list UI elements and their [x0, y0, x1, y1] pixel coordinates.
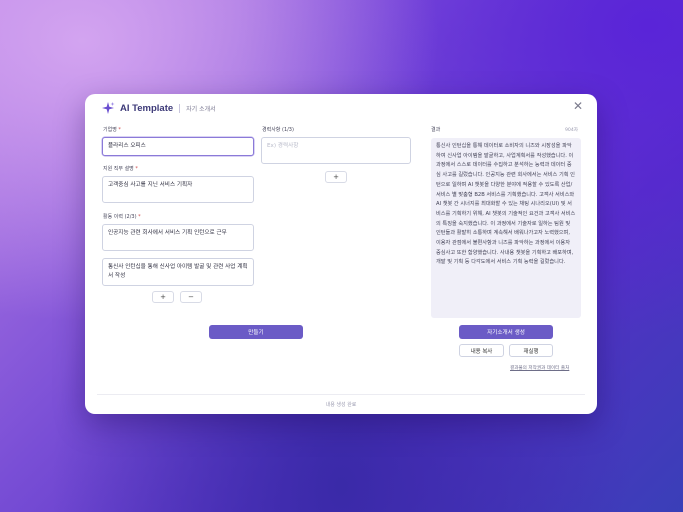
copy-button[interactable]: 내용 복사	[459, 344, 504, 357]
activities-label: 활동 이력 (2/3) *	[103, 214, 141, 220]
company-label: 기업명 *	[103, 127, 121, 133]
status-footer: 내용 생성 완료	[97, 394, 585, 414]
experience-input[interactable]: Ex) 경력사항	[261, 137, 411, 164]
add-activity-button[interactable]: +	[152, 291, 174, 303]
activity-item-1[interactable]: 인공지능 관련 회사에서 서비스 기획 인턴으로 근무	[102, 224, 254, 251]
cover-letter-generate-button[interactable]: 자기소개서 생성	[459, 325, 553, 339]
add-experience-button[interactable]: +	[325, 171, 347, 183]
header-divider	[179, 103, 181, 113]
copyright-link[interactable]: 결과물의 저작권과 데이터 출처	[510, 365, 569, 371]
template-subtitle: 자기 소개서	[186, 105, 216, 113]
result-text[interactable]: 통신사 인턴십을 통해 데이터로 소비자의 니즈와 시장성을 파악하여 신사업 …	[431, 138, 581, 318]
generate-button[interactable]: 만들기	[209, 325, 303, 339]
activity-item-2[interactable]: 통신사 인턴십을 통해 신사업 아이템 발굴 및 관련 사업 계획서 작성	[102, 258, 254, 286]
company-input[interactable]: 플라리스 오피스	[102, 137, 254, 156]
close-icon[interactable]: ✕	[573, 100, 583, 112]
job-desc-textarea[interactable]: 고객중심 사고를 지닌 서비스 기획자	[102, 176, 254, 203]
experience-label: 경력사항 (1/3)	[262, 127, 294, 133]
regenerate-button[interactable]: 재실행	[509, 344, 553, 357]
sparkle-icon	[101, 101, 115, 115]
result-label: 결과	[431, 127, 441, 133]
app-title: AI Template	[120, 102, 174, 114]
remove-activity-button[interactable]: −	[180, 291, 202, 303]
char-counter: 904자	[565, 128, 578, 133]
ai-template-dialog: AI Template 자기 소개서 ✕ 기업명 * 플라리스 오피스 지원 직…	[85, 94, 597, 414]
job-desc-label: 지원 직무 설명 *	[103, 166, 138, 172]
status-text: 내용 생성 완료	[325, 402, 357, 408]
dialog-header: AI Template 자기 소개서 ✕	[85, 94, 597, 122]
